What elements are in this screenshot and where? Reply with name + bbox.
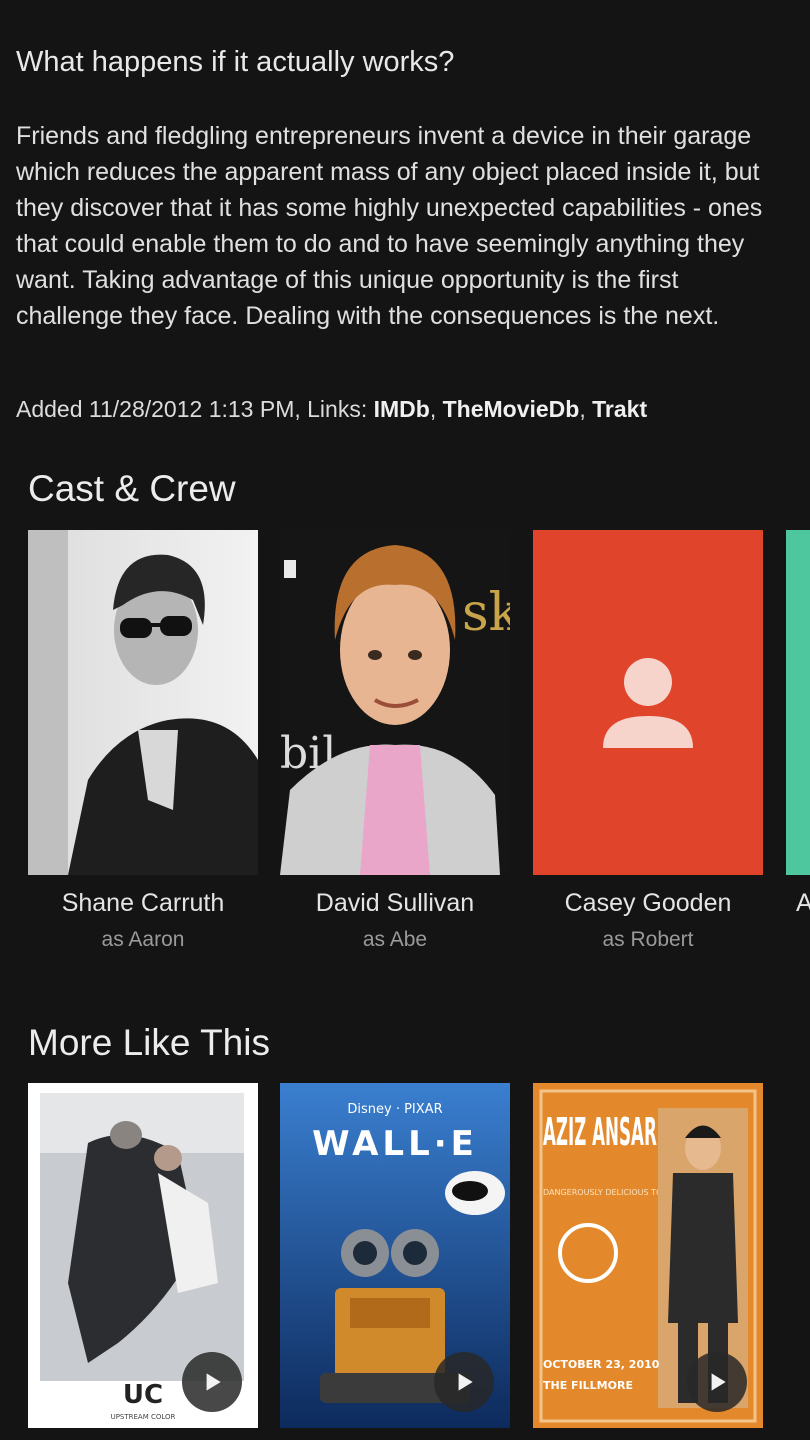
play-button[interactable] <box>182 1352 242 1412</box>
poster-subtitle: DANGEROUSLY DELICIOUS TOUR <box>543 1188 674 1197</box>
person-icon <box>603 658 693 748</box>
cast-photo-placeholder <box>786 530 810 875</box>
svg-text:sk: sk <box>462 583 510 643</box>
cast-photo: sk bil <box>280 530 510 875</box>
cast-card-2[interactable]: sk bil David Sullivan as Abe <box>280 530 510 952</box>
more-like-this-row[interactable]: UC UPSTREAM COLOR Disney · PIXAR WALL·E <box>28 1083 810 1440</box>
cast-name: Shane Carruth <box>61 889 225 917</box>
poster: UC UPSTREAM COLOR <box>28 1083 258 1428</box>
more-item-2[interactable]: Disney · PIXAR WALL·E <box>280 1083 510 1428</box>
cast-role: as Aaron <box>101 928 185 951</box>
more-item-1[interactable]: UC UPSTREAM COLOR <box>28 1083 258 1428</box>
poster: AZIZ ANSARI DANGEROUSLY DELICIOUS TOUR O… <box>533 1083 763 1428</box>
play-icon <box>206 1373 221 1391</box>
cast-name: A <box>796 889 810 917</box>
play-button[interactable] <box>687 1352 747 1412</box>
poster-brand: Disney · PIXAR <box>347 1102 442 1117</box>
cast-photo-placeholder <box>533 530 763 875</box>
cast-name: David Sullivan <box>315 889 475 917</box>
poster-caption: AZIZ ANSARI <box>543 1110 663 1154</box>
movie-tagline: What happens if it actually works? <box>16 46 455 78</box>
added-and-links: Added 11/28/2012 1:13 PM, Links: IMDb, T… <box>16 396 648 422</box>
cast-role: as Robert <box>602 928 694 951</box>
poster-caption: UPSTREAM COLOR <box>111 1413 176 1421</box>
cast-card-4[interactable]: A <box>786 530 810 918</box>
cast-row[interactable]: Shane Carruth as Aaron sk bil David Sull… <box>28 530 810 960</box>
play-icon <box>711 1373 726 1391</box>
svg-text:UC: UC <box>123 1380 163 1410</box>
movie-overview: Friends and fledgling entrepreneurs inve… <box>16 122 763 330</box>
cast-section-title: Cast & Crew <box>28 468 236 509</box>
cast-card-3[interactable]: Casey Gooden as Robert <box>533 530 763 952</box>
more-section-title: More Like This <box>28 1022 270 1063</box>
cast-card-1[interactable]: Shane Carruth as Aaron <box>28 530 258 952</box>
cast-photo <box>28 530 258 875</box>
link-imdb[interactable]: IMDb <box>374 396 430 422</box>
poster-venue: THE FILLMORE <box>543 1379 633 1392</box>
play-icon <box>458 1373 473 1391</box>
poster-date: OCTOBER 23, 2010 <box>543 1358 660 1371</box>
cast-name: Casey Gooden <box>564 889 732 917</box>
link-themoviedb[interactable]: TheMovieDb <box>443 396 580 422</box>
added-label: Added 11/28/2012 1:13 PM, Links: <box>16 396 374 422</box>
link-trakt[interactable]: Trakt <box>592 396 647 422</box>
more-item-3[interactable]: AZIZ ANSARI DANGEROUSLY DELICIOUS TOUR O… <box>533 1083 763 1428</box>
play-button[interactable] <box>434 1352 494 1412</box>
poster-caption: WALL·E <box>312 1124 478 1164</box>
cast-role: as Abe <box>362 928 428 951</box>
poster: Disney · PIXAR WALL·E <box>280 1083 510 1428</box>
